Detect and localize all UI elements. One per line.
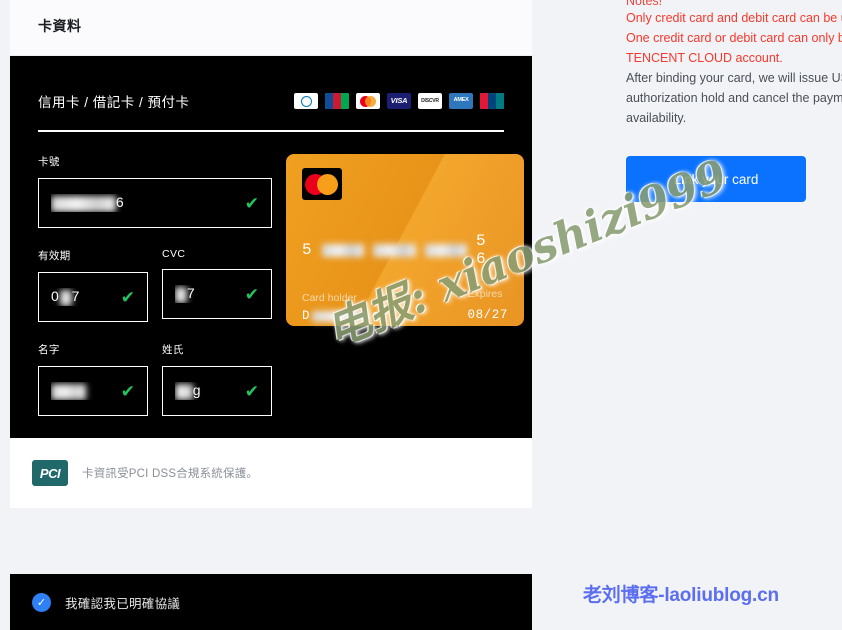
card-preview-expires-block: Expires 08/27	[467, 288, 508, 323]
expiry-suffix: 7	[71, 288, 81, 305]
expiry-prefix: 0	[51, 288, 60, 305]
last-name-valid-icon: ✔	[244, 381, 259, 401]
expiry-input[interactable]: 0••7 ✔	[38, 272, 148, 322]
consent-checkbox[interactable]: ✓	[32, 592, 51, 612]
cvc-field-group: CVC ••7 ✔	[162, 248, 272, 322]
cvc-input[interactable]: ••7 ✔	[162, 269, 272, 319]
pci-badge-icon: PCI	[32, 460, 68, 486]
last-name-field-group: 姓氏 •••g ✔	[162, 342, 272, 416]
first-name-valid-icon: ✔	[120, 381, 135, 401]
watermark-blog: 老刘博客-laoliublog.cn	[583, 585, 779, 606]
expiry-field-group: 有效期 0••7 ✔	[38, 248, 148, 322]
section-header: 卡資料	[10, 0, 532, 56]
first-name-input[interactable]: •••••• ✔	[38, 366, 148, 416]
card-preview-number-group-2: ••	[373, 243, 416, 257]
card-holder-value: D•••••g	[302, 309, 380, 323]
card-preview-number-last: 5 6	[476, 232, 488, 268]
mastercard-logo	[356, 93, 380, 109]
note-line-4: After binding your card, we will issue U…	[626, 71, 842, 85]
card-number-valid-icon: ✔	[244, 193, 259, 213]
expiry-cvc-row: 有效期 0••7 ✔ CVC ••7 ✔	[38, 248, 272, 322]
card-preview: 5 •• •• •• 5 6 Card holder D•••••g Expir…	[286, 154, 524, 326]
page-root: 卡資料 信用卡 / 借記卡 / 預付卡 VISA DISCVR AMEX 卡號 …	[0, 0, 842, 630]
first-name-label: 名字	[38, 344, 60, 356]
expiry-value: 0••7	[51, 288, 113, 306]
first-name-field-group: 名字 •••••• ✔	[38, 342, 148, 416]
card-preview-number: 5 •• •• •• 5 6	[302, 232, 508, 268]
card-preview-number-first: 5	[302, 241, 314, 259]
visa-logo: VISA	[387, 93, 411, 109]
last-name-suffix: g	[192, 382, 202, 399]
card-preview-footer: Card holder D•••••g Expires 08/27	[302, 288, 508, 323]
cvc-suffix: 7	[186, 285, 196, 302]
first-name-masked: ••••••	[51, 383, 87, 400]
consent-panel: ✓ 我確認我已明確協議	[10, 574, 532, 630]
link-your-card-button[interactable]: Link your card	[626, 156, 806, 202]
card-preview-holder-block: Card holder D•••••g	[302, 292, 380, 323]
cvc-masked: ••	[175, 286, 187, 303]
card-holder-caption: Card holder	[302, 292, 357, 304]
pci-compliance-footer: PCI 卡資訊受PCI DSS合規系統保護。	[10, 438, 532, 508]
card-expires-value: 08/27	[467, 308, 508, 322]
consent-label: 我確認我已明確協議	[65, 596, 181, 611]
notes-column: Notes! Only credit card and debit card c…	[626, 0, 842, 202]
card-preview-brand-icon	[302, 168, 342, 200]
card-number-input[interactable]: •••••••••••6 ✔	[38, 178, 272, 228]
card-holder-prefix: D	[302, 309, 311, 323]
cvc-value: ••7	[175, 285, 237, 303]
card-number-suffix: 6	[115, 194, 125, 211]
card-holder-masked: •••••	[312, 310, 371, 322]
expiry-valid-icon: ✔	[120, 287, 135, 307]
card-number-label: 卡號	[38, 156, 60, 168]
card-number-value: •••••••••••6	[51, 194, 237, 212]
expiry-label: 有效期	[38, 250, 71, 262]
card-form-panel: 信用卡 / 借記卡 / 預付卡 VISA DISCVR AMEX 卡號 ••••…	[10, 56, 532, 438]
card-holder-suffix: g	[372, 309, 381, 323]
note-line-3: TENCENT CLOUD account.	[626, 51, 783, 65]
first-name-value: ••••••	[51, 382, 113, 400]
card-form-column: 卡資料 信用卡 / 借記卡 / 預付卡 VISA DISCVR AMEX 卡號 …	[10, 0, 532, 508]
note-line-5: authorization hold and cancel the payme	[626, 91, 842, 105]
last-name-value: •••g	[175, 382, 237, 400]
amex-logo: AMEX	[449, 93, 473, 109]
unionpay-logo	[480, 93, 504, 109]
last-name-masked: •••	[175, 383, 193, 400]
header-divider	[38, 130, 504, 132]
payment-network-logos: VISA DISCVR AMEX	[294, 93, 504, 109]
page-title: 卡資料	[38, 18, 82, 34]
note-line-1: Only credit card and debit card can be u…	[626, 11, 842, 25]
card-preview-number-group-3: ••	[424, 243, 467, 257]
last-name-input[interactable]: •••g ✔	[162, 366, 272, 416]
card-number-and-preview-row: 卡號 •••••••••••6 ✔ 有效期 0••7 ✔	[38, 154, 524, 416]
pci-compliance-text: 卡資訊受PCI DSS合規系統保護。	[82, 468, 259, 480]
notes-title: Notes!	[626, 0, 663, 8]
card-expires-caption: Expires	[467, 288, 503, 300]
name-row: 名字 •••••• ✔ 姓氏 •••g ✔	[38, 342, 272, 416]
note-line-2: One credit card or debit card can only b…	[626, 31, 842, 45]
discover-logo: DISCVR	[418, 93, 442, 109]
last-name-label: 姓氏	[162, 344, 184, 356]
jcb-logo	[325, 93, 349, 109]
cvc-label: CVC	[162, 248, 186, 260]
card-type-row: 信用卡 / 借記卡 / 預付卡 VISA DISCVR AMEX	[38, 84, 504, 118]
note-line-6: availability.	[626, 111, 687, 125]
cvc-valid-icon: ✔	[244, 284, 259, 304]
card-number-masked: •••••••••••	[51, 195, 116, 212]
card-type-label: 信用卡 / 借記卡 / 預付卡	[38, 95, 190, 110]
card-preview-number-group-1: ••	[322, 243, 365, 257]
expiry-masked: ••	[59, 289, 72, 306]
card-number-column: 卡號 •••••••••••6 ✔ 有效期 0••7 ✔	[38, 154, 272, 416]
diners-club-logo	[294, 93, 318, 109]
